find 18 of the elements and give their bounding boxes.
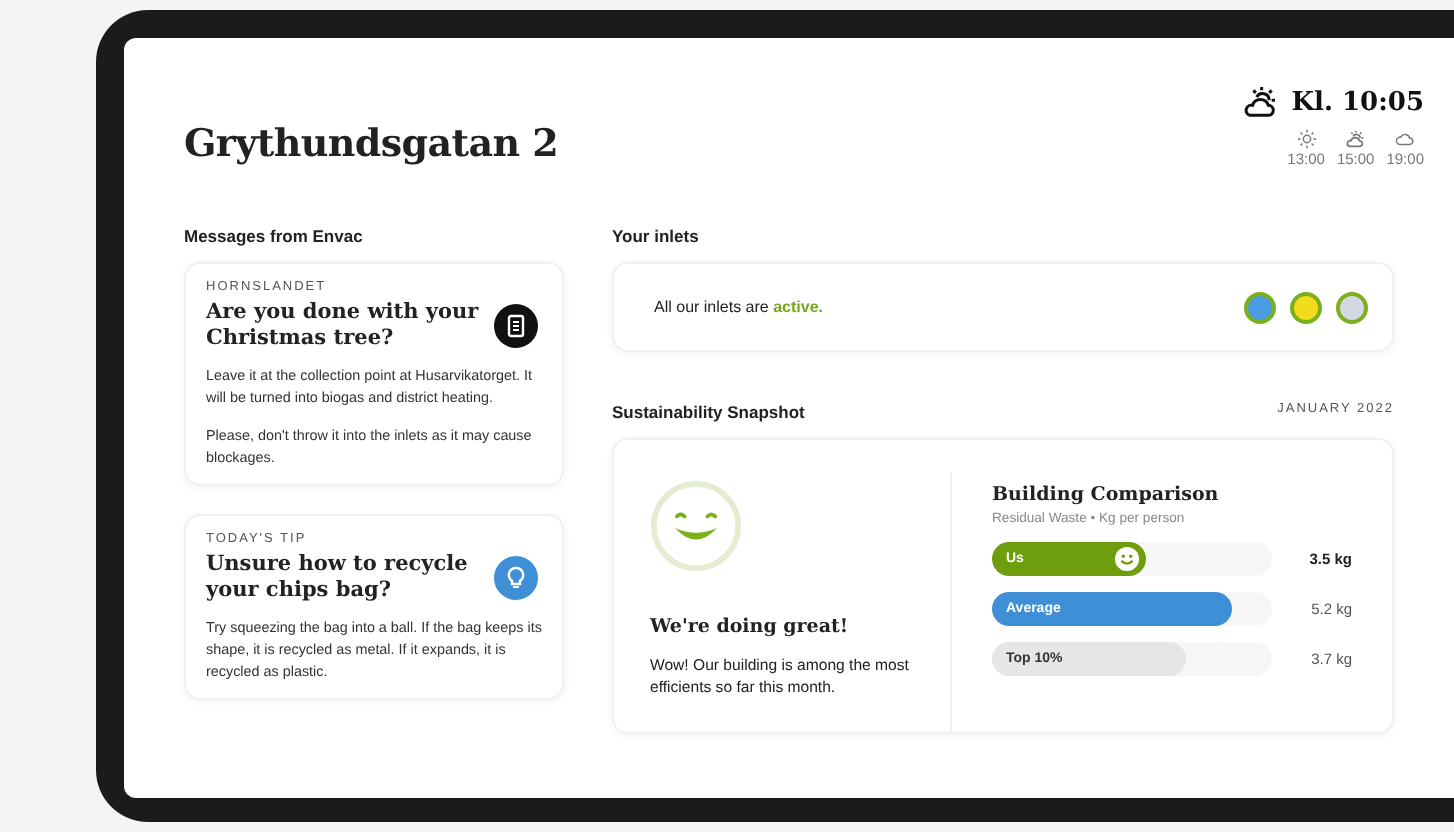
message-title: Unsure how to recycle your chips bag? [206, 552, 470, 604]
snapshot-headline: We're doing great! [650, 616, 851, 638]
page-title: Grythundsgatan 2 [184, 122, 559, 166]
comparison-title: Building Comparison [992, 484, 1221, 506]
message-card[interactable] [184, 262, 564, 486]
smiley-icon [1114, 546, 1140, 572]
cloud-icon [1394, 128, 1417, 150]
section-heading: Your inlets [612, 226, 701, 246]
smiley-face-icon [650, 480, 742, 572]
lightbulb-icon [494, 556, 538, 600]
sun-cloud-icon [1344, 128, 1367, 150]
clock-time: Kl. 10:05 [1291, 87, 1424, 117]
section-heading: Messages from Envac [184, 226, 365, 246]
inlet-status-text: All our inlets are active. [654, 298, 823, 316]
section-heading: Sustainability Snapshot [612, 402, 805, 422]
sun-cloud-icon [1239, 82, 1280, 122]
message-title: Are you done with your Christmas tree? [206, 300, 481, 352]
sun-icon [1295, 128, 1318, 150]
